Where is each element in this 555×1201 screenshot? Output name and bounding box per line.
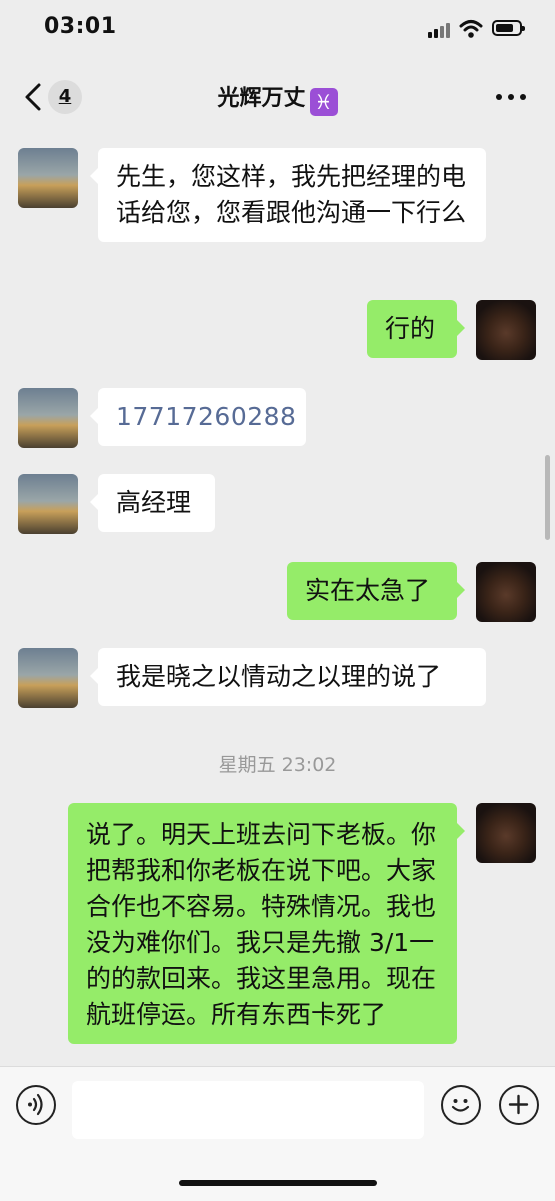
scrollbar[interactable]	[545, 455, 550, 540]
battery-icon	[492, 20, 525, 36]
avatar[interactable]	[476, 300, 536, 360]
emoji-icon[interactable]	[441, 1085, 481, 1125]
status-time: 03:01	[44, 14, 117, 39]
more-dots-icon[interactable]	[496, 94, 530, 102]
chat-title-text: 光辉万丈	[217, 86, 306, 111]
avatar[interactable]	[18, 148, 78, 208]
message-bubble[interactable]: 我是晓之以情动之以理的说了	[90, 648, 486, 706]
chat-title[interactable]: 光辉万丈 ♓	[0, 80, 555, 116]
chat-header: 4 光辉万丈 ♓	[0, 60, 555, 134]
pisces-sign-icon: ♓	[309, 88, 338, 116]
plus-icon[interactable]	[499, 1085, 539, 1125]
status-bar: 03:01	[0, 0, 555, 58]
message-bubble[interactable]: 说了。明天上班去问下老板。你把帮我和你老板在说下吧。大家合作也不容易。特殊情况。…	[68, 803, 465, 1044]
wifi-icon	[459, 20, 483, 38]
voice-icon[interactable]	[16, 1085, 56, 1125]
message-bubble[interactable]: 高经理	[90, 474, 215, 532]
avatar[interactable]	[476, 562, 536, 622]
message-timestamp: 星期五 23:02	[218, 754, 337, 776]
home-indicator[interactable]	[179, 1180, 377, 1186]
avatar[interactable]	[18, 388, 78, 448]
message-bubble[interactable]: 行的	[367, 300, 465, 358]
avatar[interactable]	[476, 803, 536, 863]
message-bubble[interactable]: 实在太急了	[287, 562, 465, 620]
phone-number-link[interactable]: 17717260288	[90, 388, 306, 446]
message-input[interactable]	[72, 1081, 424, 1139]
avatar[interactable]	[18, 474, 78, 534]
message-bubble[interactable]: 先生，您这样，我先把经理的电话给您，您看跟他沟通一下行么	[90, 148, 486, 242]
avatar[interactable]	[18, 648, 78, 708]
cellular-signal-icon	[428, 22, 452, 38]
